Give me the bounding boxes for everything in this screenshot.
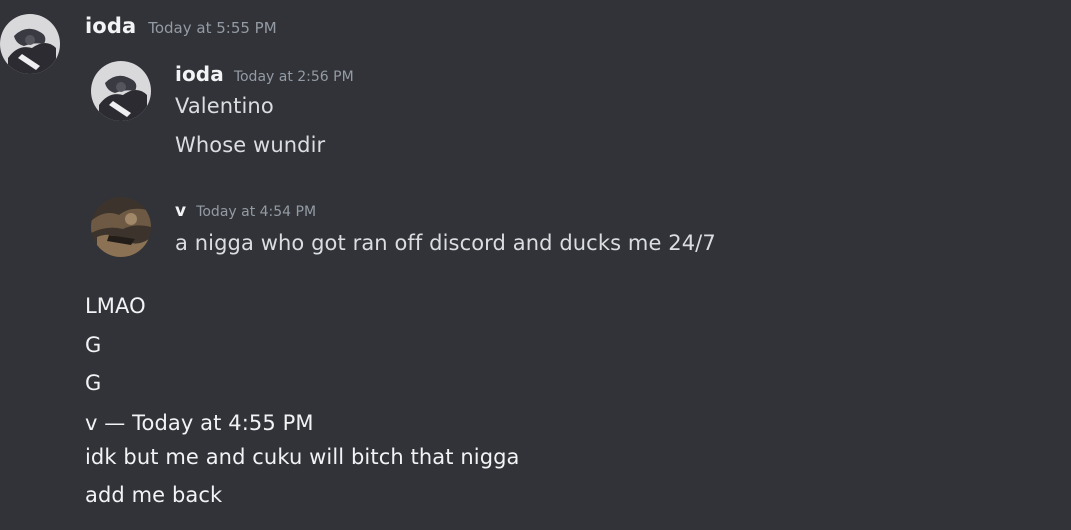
avatar-ioda-icon[interactable]	[91, 61, 151, 121]
avatar-ioda-image	[91, 61, 151, 121]
avatar-v-icon[interactable]	[91, 197, 151, 257]
forwarded-timestamp[interactable]: Today at 4:54 PM	[196, 204, 316, 220]
avatar-ioda-image	[0, 14, 60, 74]
forwarded-message-header: ioda Today at 2:56 PM	[175, 62, 354, 86]
message-line: add me back	[85, 483, 223, 507]
forwarded-author-name[interactable]: v	[175, 201, 186, 221]
message-timestamp[interactable]: Today at 5:55 PM	[148, 19, 276, 37]
avatar-v-image	[91, 197, 151, 257]
message-line: G	[85, 371, 102, 395]
author-name[interactable]: ioda	[85, 14, 136, 38]
message-line: LMAO	[85, 294, 146, 318]
chat-view: ioda Today at 5:55 PM ioda Today at 2:56…	[0, 0, 1071, 530]
forwarded-timestamp[interactable]: Today at 2:56 PM	[234, 69, 354, 85]
forwarded-message-header: v Today at 4:54 PM	[175, 201, 316, 221]
avatar-ioda-icon[interactable]	[0, 14, 60, 74]
forwarded-message-line: Valentino	[175, 94, 274, 118]
message-line: G	[85, 333, 102, 357]
forwarded-author-name[interactable]: ioda	[175, 62, 224, 86]
forwarded-message-line: a nigga who got ran off discord and duck…	[175, 231, 716, 255]
message-header: ioda Today at 5:55 PM	[85, 14, 277, 38]
forwarded-message-line: Whose wundir	[175, 133, 326, 157]
message-line: idk but me and cuku will bitch that nigg…	[85, 445, 520, 469]
message-line: v — Today at 4:55 PM	[85, 411, 314, 435]
